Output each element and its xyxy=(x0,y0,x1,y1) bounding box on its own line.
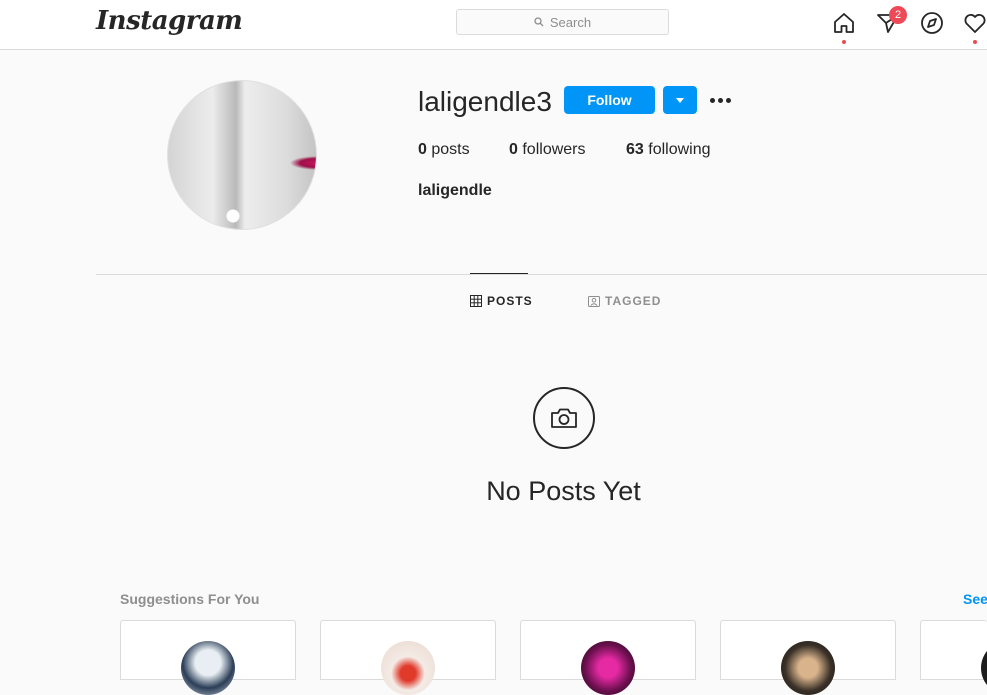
posts-count: 0 xyxy=(418,141,427,158)
tagged-user-icon xyxy=(588,296,600,307)
avatar[interactable] xyxy=(981,641,987,695)
more-options-button[interactable] xyxy=(710,93,734,107)
tab-tagged-label: TAGGED xyxy=(605,294,662,308)
followers-label: followers xyxy=(522,141,586,158)
tab-posts-label: POSTS xyxy=(487,294,533,308)
avatar[interactable] xyxy=(181,641,235,695)
suggested-accounts-dropdown-button[interactable] xyxy=(663,86,697,114)
posts-label: posts xyxy=(431,141,470,158)
grid-icon xyxy=(470,295,482,307)
avatar[interactable] xyxy=(581,641,635,695)
top-navigation-bar: Instagram Search 2 xyxy=(0,0,987,50)
following-stat[interactable]: 63 following xyxy=(626,141,711,159)
suggestion-card[interactable] xyxy=(720,620,896,695)
followers-count: 0 xyxy=(509,141,518,158)
profile-full-name: laligendle xyxy=(418,182,492,199)
search-box[interactable]: Search xyxy=(456,9,669,35)
avatar[interactable] xyxy=(781,641,835,695)
home-activity-dot xyxy=(842,40,846,44)
activity-dot xyxy=(973,40,977,44)
camera-icon xyxy=(551,408,577,428)
see-all-link[interactable]: See xyxy=(963,591,987,607)
more-dot-icon xyxy=(718,97,723,103)
activity-heart-icon[interactable] xyxy=(963,11,987,35)
tabs-divider xyxy=(96,274,987,275)
explore-icon[interactable] xyxy=(920,11,944,35)
posts-count-stat: 0 posts xyxy=(418,141,470,159)
follow-button[interactable]: Follow xyxy=(564,86,655,114)
tab-posts[interactable]: POSTS xyxy=(470,294,533,308)
profile-username: laligendle3 xyxy=(418,86,552,117)
more-dot-icon xyxy=(710,97,715,103)
followers-stat[interactable]: 0 followers xyxy=(509,141,586,159)
no-posts-message: No Posts Yet xyxy=(486,476,641,506)
suggestion-card[interactable] xyxy=(120,620,296,695)
active-tab-indicator xyxy=(470,273,528,274)
suggestion-card[interactable] xyxy=(520,620,696,695)
more-dot-icon xyxy=(726,97,731,103)
home-icon[interactable] xyxy=(832,11,856,35)
suggestion-card[interactable] xyxy=(320,620,496,695)
search-icon xyxy=(534,17,544,27)
chevron-down-icon xyxy=(676,97,684,103)
instagram-logo[interactable]: Instagram xyxy=(96,6,243,36)
following-label: following xyxy=(648,141,711,158)
following-count: 63 xyxy=(626,141,644,158)
suggestions-title: Suggestions For You xyxy=(120,591,260,607)
profile-avatar[interactable] xyxy=(167,80,317,230)
empty-state-icon-circle xyxy=(533,387,595,449)
suggestion-card[interactable] xyxy=(920,620,987,695)
search-placeholder: Search xyxy=(549,14,592,30)
tab-tagged[interactable]: TAGGED xyxy=(588,294,661,308)
direct-notification-badge: 2 xyxy=(889,6,907,24)
avatar[interactable] xyxy=(381,641,435,695)
